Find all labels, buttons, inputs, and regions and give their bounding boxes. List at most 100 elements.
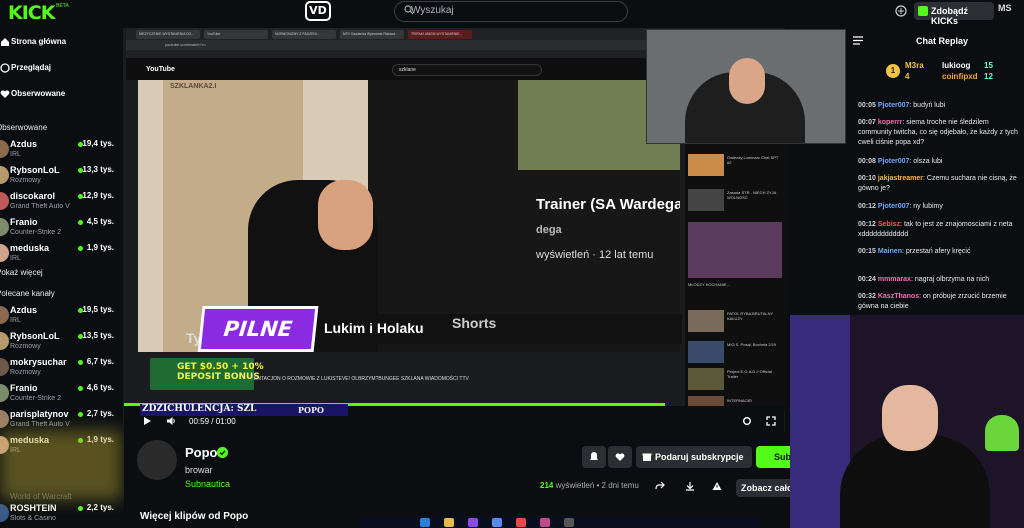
viewer-count: 19,4 tys. <box>82 139 114 148</box>
channel-name: mokrysuchar <box>10 357 67 367</box>
app-icon[interactable] <box>564 518 574 527</box>
overlay-banner-name: POPO <box>298 405 324 415</box>
message-time: 00:08 <box>858 158 876 165</box>
channel-name: RybsonLoL <box>10 331 60 341</box>
channel-name: discokarol <box>10 191 56 201</box>
chat-message: 00:12 Sebisz: tak to jest ze znajomoscia… <box>858 221 1013 238</box>
channel-category: IRL <box>10 317 21 324</box>
blurred-overlay <box>0 430 122 500</box>
gift-icon <box>642 453 652 461</box>
channel-name: ROSHTEIN <box>10 503 57 513</box>
search-placeholder: Wyszukaj <box>411 5 454 16</box>
message-user[interactable]: KaszThanos <box>878 293 919 300</box>
recommended-channel[interactable]: Azdus IRL 19,5 tys. <box>0 302 120 328</box>
gift-sub-label: Podaruj subskrypcje <box>655 452 744 462</box>
download-icon[interactable] <box>685 481 695 491</box>
message-time: 00:07 <box>858 119 876 126</box>
bonus-line-1: GET $0.50 + 10% <box>177 362 264 372</box>
verified-icon <box>217 447 228 458</box>
webcam-streamer <box>790 315 1024 528</box>
nav-home[interactable]: Strona główna <box>0 33 123 53</box>
channel-name: Franio <box>10 383 38 393</box>
kick-logo[interactable]: KICK <box>8 2 55 24</box>
followed-channel[interactable]: discokarol Grand Theft Auto V 12,9 tys. <box>0 188 120 214</box>
channel-name: RybsonLoL <box>10 165 60 175</box>
channel-avatar[interactable] <box>137 440 177 480</box>
channel-avatar <box>0 332 9 350</box>
viewer-count: 4,6 tys. <box>86 383 114 392</box>
recommended-channel[interactable]: ROSHTEIN Slots & Casino 2,2 tys. <box>0 500 120 526</box>
get-kicks-button[interactable]: Zdobądź KICKs <box>914 2 994 26</box>
message-user[interactable]: jakjastreamer <box>878 175 923 182</box>
streamer-head <box>882 385 938 451</box>
report-icon[interactable] <box>712 481 722 491</box>
nav-following[interactable]: Obserwowane <box>0 85 123 105</box>
recommended-channel[interactable]: Franio Counter-Strike 2 4,6 tys. <box>0 380 120 406</box>
rec-title: MŁODZY KOCHANIE... <box>688 282 730 287</box>
kicks-icon <box>918 6 928 16</box>
share-icon[interactable] <box>655 481 665 491</box>
nav-following-label: Obserwowane <box>11 89 66 98</box>
message-user[interactable]: Mainen <box>878 248 902 255</box>
chrome-icon[interactable] <box>516 518 526 527</box>
windows-icon[interactable] <box>420 518 430 527</box>
notifications-button[interactable] <box>582 446 606 468</box>
recommended-channel[interactable]: parisplatynov Grand Theft Auto V 2,7 tys. <box>0 406 120 432</box>
overlay-banner-text: ZDZICHULENCJA: SZL <box>142 404 257 414</box>
channel-avatar <box>0 192 9 210</box>
followed-channel[interactable]: Azdus IRL 19,4 tys. <box>0 136 120 162</box>
volume-icon[interactable] <box>166 416 176 426</box>
message-user[interactable]: Pjoter007 <box>878 158 910 165</box>
subscribe-button[interactable]: Subskrybuj <box>756 446 790 468</box>
viewer-count: 6,7 tys. <box>86 357 114 366</box>
play-icon[interactable] <box>142 416 152 426</box>
gift-icon[interactable] <box>895 5 907 17</box>
heart-icon <box>0 90 10 98</box>
channel-category: Grand Theft Auto V <box>10 421 70 428</box>
rec-thumbnail <box>688 154 724 176</box>
channel-name: parisplatynov <box>10 409 69 419</box>
message-time: 00:12 <box>858 203 876 210</box>
settings-icon[interactable] <box>742 416 752 426</box>
youtube-search: szklane <box>392 64 542 76</box>
browser-tab: YouTube <box>204 30 268 39</box>
followed-channel[interactable]: meduska IRL 1,9 tys. <box>0 240 120 266</box>
collapse-chat-icon[interactable] <box>853 36 863 45</box>
leaderboard-score: 15 <box>984 61 993 70</box>
folder-icon[interactable] <box>444 518 454 527</box>
recommended-channel[interactable]: mokrysuchar Rozmowy 6,7 tys. <box>0 354 120 380</box>
nav-home-label: Strona główna <box>11 37 67 46</box>
stream-category[interactable]: Subnautica <box>185 479 230 489</box>
message-user[interactable]: mmmarax <box>878 276 911 283</box>
message-user[interactable]: koperrr <box>878 119 903 126</box>
rec-thumbnail <box>688 310 724 332</box>
user-avatar[interactable]: MS <box>998 3 1018 19</box>
app-icon[interactable] <box>540 518 550 527</box>
see-all-button[interactable]: Zobacz całość <box>736 479 790 497</box>
message-text: budyń lubi <box>913 102 946 109</box>
followed-channel[interactable]: Franio Counter-Strike 2 4,5 tys. <box>0 214 120 240</box>
message-time: 00:15 <box>858 248 876 255</box>
leaderboard-name: M3ra <box>905 61 924 70</box>
gift-sub-button[interactable]: Podaruj subskrypcje <box>636 446 752 468</box>
channel-category: Counter-Strike 2 <box>10 229 61 236</box>
recommended-channel[interactable]: RybsonLoL Rozmowy 13,5 tys. <box>0 328 120 354</box>
viewer-count: 12,9 tys. <box>82 191 114 200</box>
app-icon[interactable] <box>468 518 478 527</box>
rec-thumbnail <box>688 189 724 211</box>
discord-icon[interactable] <box>492 518 502 527</box>
fullscreen-icon[interactable] <box>766 416 776 426</box>
channel-name[interactable]: Popo <box>185 445 218 460</box>
nav-browse[interactable]: Przeglądaj <box>0 59 123 79</box>
message-user[interactable]: Pjoter007 <box>878 102 910 109</box>
message-time: 00:10 <box>858 175 876 182</box>
message-user[interactable]: Pjoter007 <box>878 203 910 210</box>
follow-button[interactable] <box>608 446 632 468</box>
nav-browse-label: Przeglądaj <box>11 63 52 72</box>
channel-name: Franio <box>10 217 38 227</box>
show-more-link[interactable]: Pokaż więcej <box>0 268 43 277</box>
message-text: przestań afery kręcić <box>905 248 971 255</box>
message-time: 00:05 <box>858 102 876 109</box>
message-user[interactable]: Sebisz <box>878 221 900 228</box>
followed-channel[interactable]: RybsonLoL Rozmowy 13,3 tys. <box>0 162 120 188</box>
